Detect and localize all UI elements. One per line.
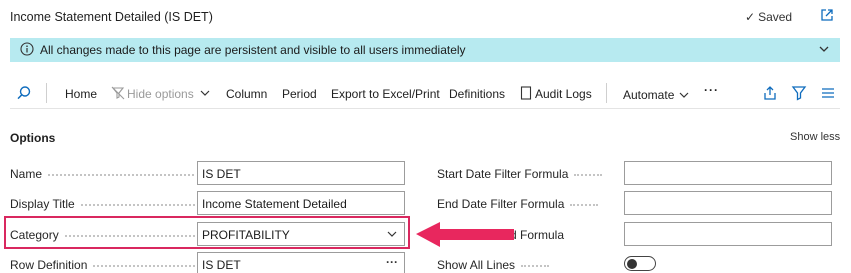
filter-icon[interactable] — [791, 85, 807, 101]
name-field[interactable]: IS DET — [197, 161, 405, 185]
leader-dots — [570, 203, 599, 206]
display-title-label: Display Title — [10, 197, 195, 211]
hide-options-button[interactable]: Hide options — [111, 86, 194, 101]
end-date-filter-label: End Date Filter Formula — [437, 197, 599, 211]
definitions-button[interactable]: Definitions — [449, 87, 505, 101]
leader-dots — [574, 173, 603, 176]
filter-off-icon — [111, 86, 125, 100]
action-bar: Home Hide options Column Period Export t… — [10, 77, 840, 109]
info-icon — [20, 42, 34, 56]
open-new-window-icon[interactable] — [820, 8, 834, 22]
end-date-filter-label-text: End Date Filter Formula — [437, 197, 565, 211]
document-icon — [520, 86, 532, 100]
list-view-icon[interactable] — [820, 85, 836, 101]
more-icon[interactable]: ··· — [386, 255, 398, 269]
more-options-button[interactable]: ··· — [704, 83, 719, 97]
hide-options-label: Hide options — [127, 87, 194, 101]
end-date-filter-field[interactable] — [624, 191, 832, 215]
audit-logs-button[interactable]: Audit Logs — [520, 86, 592, 101]
title-bar: Income Statement Detailed (IS DET) ✓ Save… — [0, 0, 851, 34]
start-date-filter-label: Start Date Filter Formula — [437, 167, 603, 181]
date-formula-field[interactable] — [624, 222, 832, 246]
saved-status: ✓ Saved — [745, 10, 792, 24]
leader-dots — [80, 203, 195, 206]
export-excel-print-button[interactable]: Export to Excel/Print — [331, 87, 440, 101]
search-icon[interactable] — [16, 85, 32, 101]
page-title: Income Statement Detailed (IS DET) — [10, 10, 213, 24]
chevron-down-icon[interactable] — [198, 86, 212, 100]
options-heading: Options — [10, 131, 56, 145]
start-date-filter-field[interactable] — [624, 161, 832, 185]
show-all-lines-label: Show All Lines — [437, 258, 550, 272]
row-definition-field[interactable]: IS DET ··· — [197, 252, 405, 273]
start-date-filter-label-text: Start Date Filter Formula — [437, 167, 569, 181]
banner-message: All changes made to this page are persis… — [40, 43, 466, 57]
automate-button[interactable]: Automate — [623, 87, 690, 102]
show-less-link[interactable]: Show less — [790, 131, 840, 143]
leader-dots — [521, 264, 550, 267]
category-highlight-box — [4, 216, 410, 249]
leader-dots — [93, 264, 195, 267]
chevron-down-icon — [679, 92, 689, 98]
leader-dots — [48, 173, 195, 176]
automate-label: Automate — [623, 88, 675, 102]
check-icon: ✓ — [745, 10, 756, 24]
audit-logs-label: Audit Logs — [535, 87, 592, 101]
name-label-text: Name — [10, 167, 43, 181]
toolbar-divider — [46, 83, 47, 103]
home-button[interactable]: Home — [65, 87, 97, 101]
toggle-knob — [627, 258, 637, 269]
chevron-down-icon[interactable] — [818, 43, 830, 55]
row-definition-label: Row Definition — [10, 258, 195, 272]
display-title-label-text: Display Title — [10, 197, 75, 211]
display-title-field[interactable]: Income Statement Detailed — [197, 191, 405, 215]
pointer-arrow-icon — [416, 222, 514, 247]
row-definition-label-text: Row Definition — [10, 258, 88, 272]
name-label: Name — [10, 167, 195, 181]
saved-label: Saved — [758, 10, 793, 24]
column-button[interactable]: Column — [226, 87, 267, 101]
date-formula-label: d Formula — [510, 228, 564, 242]
row-definition-value: IS DET — [202, 258, 241, 272]
show-all-lines-toggle[interactable] — [624, 256, 656, 271]
info-banner: All changes made to this page are persis… — [10, 38, 840, 62]
toolbar-divider — [606, 83, 607, 103]
date-formula-label-text: d Formula — [510, 228, 565, 242]
show-all-lines-label-text: Show All Lines — [437, 258, 516, 272]
share-icon[interactable] — [762, 85, 778, 101]
period-button[interactable]: Period — [282, 87, 317, 101]
